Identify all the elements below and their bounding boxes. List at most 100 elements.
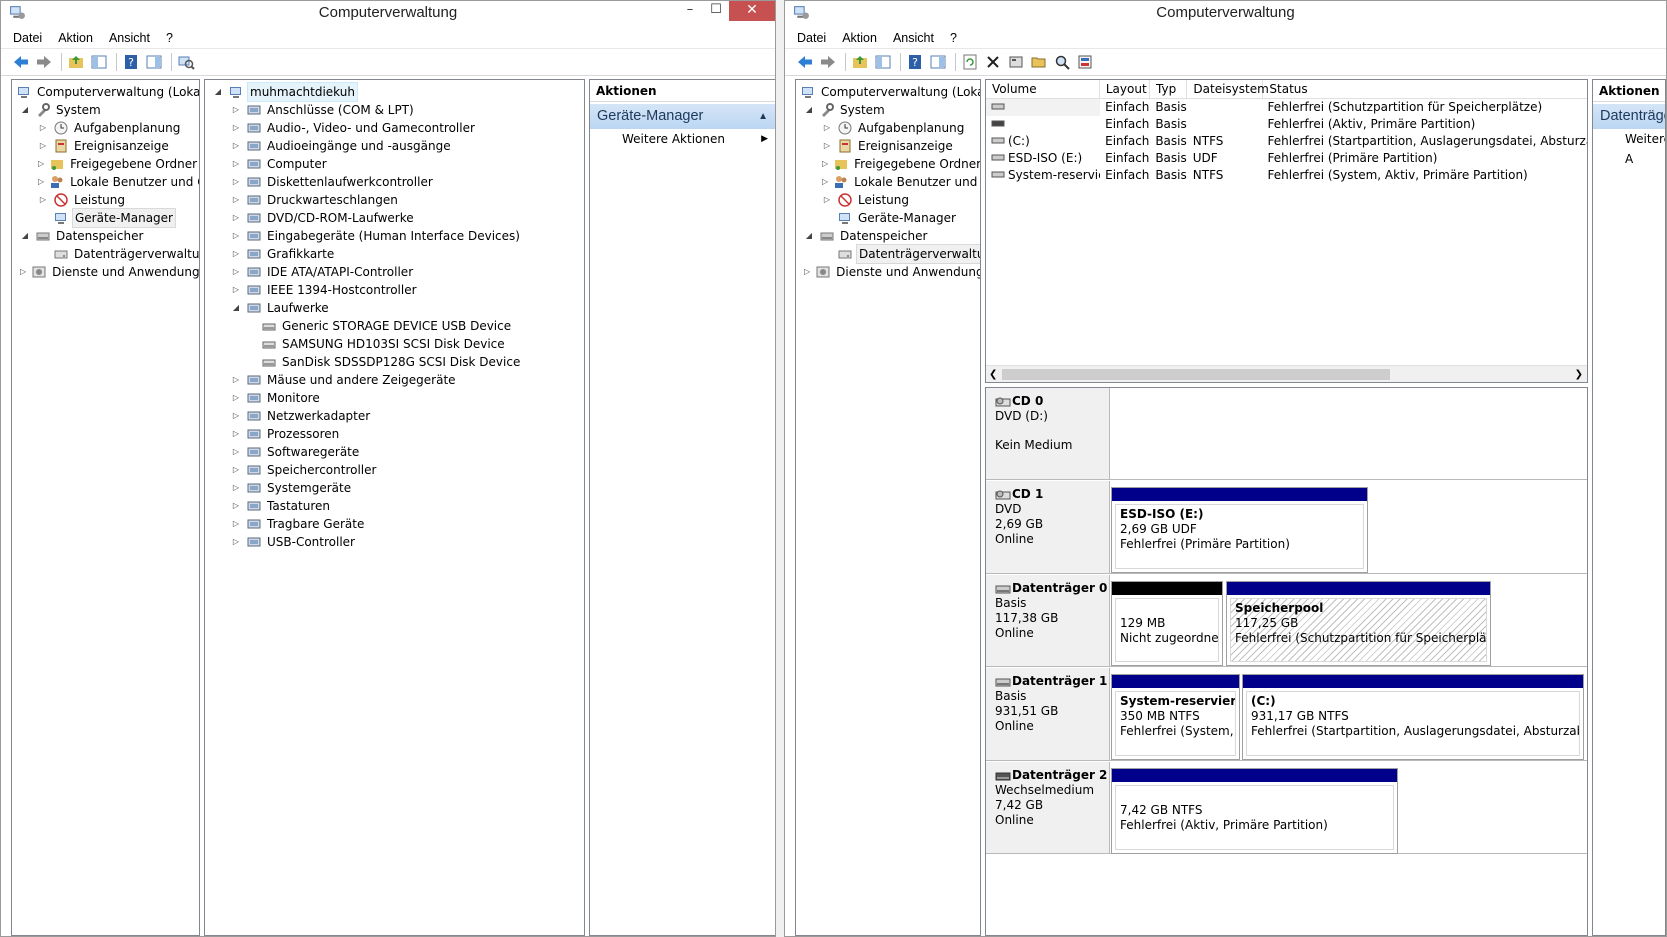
- partition-removable[interactable]: 7,42 GB NTFS Fehlerfrei (Aktiv, Primäre …: [1111, 768, 1398, 854]
- volume-row[interactable]: ESD-ISO (E:) Einfach Basis UDF Fehlerfrei (P…: [986, 150, 1587, 167]
- tree-datentraegerverwaltung[interactable]: Datenträgerverwaltung: [796, 244, 980, 264]
- scan-hardware-icon[interactable]: [176, 52, 196, 72]
- properties-icon[interactable]: [1006, 52, 1026, 72]
- device-category[interactable]: ▷ IEEE 1394-Hostcontroller: [205, 281, 584, 299]
- delete-icon[interactable]: [983, 52, 1003, 72]
- refresh-icon[interactable]: [960, 52, 980, 72]
- menu-ansicht[interactable]: Ansicht: [109, 31, 150, 45]
- tree-ereignisanzeige[interactable]: ▷ Ereignisanzeige: [796, 137, 980, 155]
- expand-icon[interactable]: ▷: [231, 501, 241, 511]
- menu-ansicht[interactable]: Ansicht: [893, 31, 934, 45]
- col-dateisystem[interactable]: Dateisystem: [1187, 80, 1269, 98]
- volume-row[interactable]: Einfach Basis Fehlerfrei (Aktiv, Primäre P…: [986, 116, 1587, 133]
- volume-row[interactable]: Einfach Basis Fehlerfrei (Schutzpartition …: [986, 99, 1587, 116]
- horizontal-scrollbar[interactable]: ❮ ❯: [986, 365, 1587, 382]
- close-button[interactable]: ✕: [729, 1, 775, 21]
- up-folder-icon[interactable]: [850, 52, 870, 72]
- search-icon[interactable]: [1052, 52, 1072, 72]
- tree-lokale-benutzer[interactable]: ▷Lokale Benutzer und Gr: [796, 173, 980, 191]
- tree-geraete-manager[interactable]: Geräte-Manager: [796, 209, 980, 227]
- tree-leistung[interactable]: ▷ Leistung: [796, 191, 980, 209]
- tree-system[interactable]: ◢ System: [796, 101, 980, 119]
- scroll-left-icon[interactable]: ❮: [989, 366, 997, 382]
- volume-row[interactable]: System-reserviert Einfach Basis NTFS Fehlerf…: [986, 167, 1587, 184]
- col-typ[interactable]: Typ: [1150, 80, 1188, 98]
- maximize-button[interactable]: ☐: [703, 1, 729, 21]
- partition-unallocated[interactable]: 129 MB Nicht zugeordnet: [1111, 581, 1223, 666]
- show-hide-tree-icon[interactable]: [873, 52, 893, 72]
- open-folder-icon[interactable]: [1029, 52, 1049, 72]
- device-category[interactable]: ▷ IDE ATA/ATAPI-Controller: [205, 263, 584, 281]
- help-icon[interactable]: ?: [121, 52, 141, 72]
- tree-geraete-manager[interactable]: Geräte-Manager: [12, 208, 199, 228]
- expand-icon[interactable]: ▷: [38, 195, 48, 205]
- expand-icon[interactable]: ▷: [231, 159, 241, 169]
- tree-datentraegerverwaltung[interactable]: Datenträgerverwaltung: [12, 245, 199, 263]
- menu-aktion[interactable]: Aktion: [842, 31, 877, 45]
- back-icon[interactable]: [795, 52, 815, 72]
- device-category[interactable]: ▷ Softwaregeräte: [205, 443, 584, 461]
- device-category[interactable]: ▷ USB-Controller: [205, 533, 584, 551]
- expand-icon[interactable]: ▷: [231, 141, 241, 151]
- show-action-pane-icon[interactable]: [144, 52, 164, 72]
- expand-icon[interactable]: ▷: [231, 285, 241, 295]
- expand-icon[interactable]: ▷: [38, 141, 48, 151]
- show-hide-tree-icon[interactable]: [89, 52, 109, 72]
- tree-aufgabenplanung[interactable]: ▷ Aufgabenplanung: [796, 119, 980, 137]
- actions-section[interactable]: Datenträge: [1593, 104, 1665, 129]
- disk-2[interactable]: Datenträger 2 Wechselmedium 7,42 GB Onli…: [986, 762, 1587, 854]
- device-category[interactable]: ▷ Audioeingänge und -ausgänge: [205, 137, 584, 155]
- expand-icon[interactable]: ▷: [231, 519, 241, 529]
- collapse-icon[interactable]: ◢: [20, 105, 30, 115]
- minimize-button[interactable]: –: [677, 1, 703, 21]
- device-category[interactable]: ▷ Tastaturen: [205, 497, 584, 515]
- device-category[interactable]: ▷ Tragbare Geräte: [205, 515, 584, 533]
- tree-aufgabenplanung[interactable]: ▷ Aufgabenplanung: [12, 119, 199, 137]
- disk-cd0[interactable]: CD 0 DVD (D:) Kein Medium: [986, 388, 1587, 480]
- device-category[interactable]: ◢ Laufwerke: [205, 299, 584, 317]
- partition-c[interactable]: (C:) 931,17 GB NTFS Fehlerfrei (Startpar…: [1242, 674, 1584, 760]
- expand-icon[interactable]: ▷: [822, 141, 832, 151]
- collapse-icon[interactable]: ◢: [213, 87, 223, 97]
- device-category[interactable]: ▷ Prozessoren: [205, 425, 584, 443]
- menu-datei[interactable]: Datei: [797, 31, 826, 45]
- col-status[interactable]: Status: [1263, 80, 1587, 98]
- forward-icon[interactable]: [818, 52, 838, 72]
- expand-icon[interactable]: ▷: [822, 195, 832, 205]
- device-category[interactable]: ▷ Diskettenlaufwerkcontroller: [205, 173, 584, 191]
- expand-icon[interactable]: ▷: [231, 429, 241, 439]
- expand-icon[interactable]: ▷: [231, 483, 241, 493]
- drive-device[interactable]: Generic STORAGE DEVICE USB Device: [205, 317, 584, 335]
- expand-icon[interactable]: ▷: [38, 159, 44, 169]
- expand-icon[interactable]: ▷: [822, 159, 828, 169]
- expand-icon[interactable]: ▷: [231, 267, 241, 277]
- tree-freigegebene-ordner[interactable]: ▷ Freigegebene Ordner: [796, 155, 980, 173]
- tree-root[interactable]: Computerverwaltung (Lokal): [12, 83, 199, 101]
- device-category[interactable]: ▷ DVD/CD-ROM-Laufwerke: [205, 209, 584, 227]
- tree-root[interactable]: Computerverwaltung (Lokal): [796, 83, 980, 101]
- partition-speicherpool[interactable]: Speicherpool 117,25 GB Fehlerfrei (Schut…: [1226, 581, 1491, 666]
- expand-icon[interactable]: ▷: [231, 411, 241, 421]
- show-action-pane-icon[interactable]: [928, 52, 948, 72]
- drive-device[interactable]: SAMSUNG HD103SI SCSI Disk Device: [205, 335, 584, 353]
- expand-icon[interactable]: ▷: [822, 177, 828, 187]
- tree-datenspeicher[interactable]: ◢ Datenspeicher: [796, 227, 980, 245]
- collapse-icon[interactable]: ◢: [804, 231, 814, 241]
- actions-section[interactable]: Geräte-Manager ▲: [590, 104, 775, 129]
- expand-icon[interactable]: ▷: [231, 231, 241, 241]
- device-category[interactable]: ▷ Computer: [205, 155, 584, 173]
- collapse-icon[interactable]: ◢: [804, 105, 814, 115]
- expand-icon[interactable]: ▷: [231, 195, 241, 205]
- help-icon[interactable]: ?: [905, 52, 925, 72]
- expand-icon[interactable]: ▷: [231, 249, 241, 259]
- collapse-icon[interactable]: ◢: [20, 231, 30, 241]
- drive-device[interactable]: SanDisk SDSSDP128G SCSI Disk Device: [205, 353, 584, 371]
- expand-icon[interactable]: ▷: [804, 267, 810, 277]
- expand-icon[interactable]: ▷: [231, 123, 241, 133]
- expand-icon[interactable]: ▷: [38, 177, 44, 187]
- expand-icon[interactable]: ▷: [231, 465, 241, 475]
- settings-icon[interactable]: [1075, 52, 1095, 72]
- col-layout[interactable]: Layout: [1100, 80, 1150, 98]
- volume-row[interactable]: (C:) Einfach Basis NTFS Fehlerfrei (Startpar…: [986, 133, 1587, 150]
- device-category[interactable]: ▷ Mäuse und andere Zeigegeräte: [205, 371, 584, 389]
